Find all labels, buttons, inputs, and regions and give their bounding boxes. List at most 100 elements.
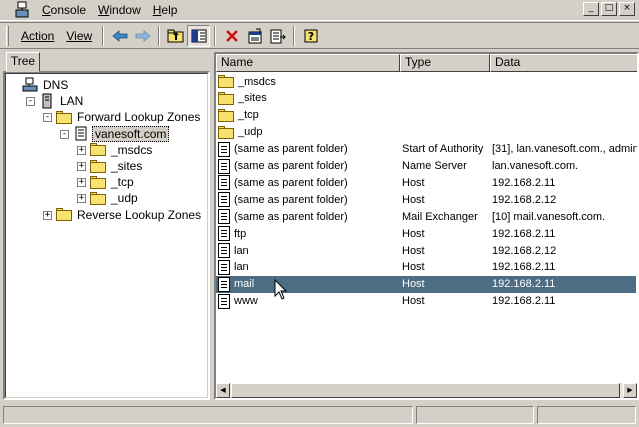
folder-icon <box>218 125 234 139</box>
list-item[interactable]: _sites <box>216 90 636 107</box>
record-name: lan <box>234 261 249 274</box>
toolbar-separator <box>102 25 105 46</box>
expand-icon[interactable]: + <box>77 145 86 155</box>
list-item[interactable]: (same as parent folder) Start of Authorit… <box>216 141 637 158</box>
folder-icon <box>218 75 234 88</box>
record-type: Host <box>402 176 425 189</box>
view-menu[interactable]: View <box>60 26 98 46</box>
scroll-thumb[interactable] <box>231 383 620 398</box>
folder-icon <box>90 143 106 157</box>
tree-node[interactable]: Forward Lookup Zones <box>56 109 202 125</box>
record-name: (same as parent folder) <box>234 160 348 172</box>
record-name-cell: (same as parent folder) <box>218 192 402 208</box>
record-name: (same as parent folder) <box>234 143 348 156</box>
list-item[interactable]: _udp <box>216 124 636 141</box>
record-type: Host <box>402 227 425 240</box>
menu-help[interactable]: Help <box>147 1 184 20</box>
tree-node[interactable]: _sites <box>90 158 144 174</box>
horizontal-scrollbar[interactable]: ◀ ▶ <box>216 383 637 398</box>
menu-window-mnemonic: W <box>98 2 110 17</box>
expand-icon[interactable]: + <box>77 178 86 188</box>
tree-node-label: _sites <box>111 159 143 173</box>
record-type: Host <box>402 193 425 206</box>
record-icon <box>218 141 230 157</box>
console-app-icon[interactable] <box>14 1 32 19</box>
expand-icon[interactable]: + <box>77 162 86 171</box>
list-item[interactable]: (same as parent folder) Mail Exchanger [10… <box>216 208 636 225</box>
tree-node[interactable]: LAN <box>39 93 85 109</box>
toolbar: Action View ? <box>0 22 639 49</box>
column-header-type[interactable]: Type <box>400 54 490 72</box>
tree-node[interactable]: DNS <box>22 77 70 93</box>
properties-icon <box>248 28 262 43</box>
back-button[interactable] <box>108 25 131 47</box>
record-type: Host <box>402 261 425 274</box>
tree-node[interactable]: _tcp <box>90 174 136 190</box>
show-hide-tree-icon <box>191 29 207 42</box>
record-name-cell: _udp <box>218 125 402 139</box>
record-name: _tcp <box>238 109 259 122</box>
list-item[interactable]: _tcp <box>216 107 636 124</box>
menu-help-label: elp <box>161 2 178 17</box>
folder-icon <box>218 108 234 122</box>
record-name-cell: _tcp <box>218 108 402 122</box>
folder-icon <box>218 91 234 105</box>
record-data: 192.168.2.12 <box>492 193 557 206</box>
list-item[interactable]: ftp Host 192.168.2.11 <box>216 225 636 242</box>
properties-button[interactable] <box>243 25 266 47</box>
scroll-left-arrow-icon[interactable]: ◀ <box>216 383 230 398</box>
tree-view[interactable]: DNS LAN - Forward Lookup Zones - vanesoft.com… <box>3 71 210 400</box>
list-item[interactable]: lan Host 192.168.2.12 <box>216 242 636 259</box>
collapse-icon[interactable]: - <box>26 97 35 107</box>
column-header-data[interactable]: Data <box>490 54 637 72</box>
tree-node[interactable]: Reverse Lookup Zones <box>56 207 203 223</box>
record-icon <box>218 192 230 208</box>
record-icon <box>218 293 230 309</box>
action-menu[interactable]: Action <box>15 26 60 46</box>
export-list-button[interactable] <box>266 25 289 47</box>
collapse-icon[interactable]: - <box>43 113 52 123</box>
record-icon <box>218 276 230 292</box>
help-button[interactable]: ? <box>299 25 322 47</box>
toolbar-grip[interactable] <box>6 25 9 46</box>
expand-icon[interactable]: + <box>77 194 86 204</box>
column-header-name[interactable]: Name <box>216 54 400 72</box>
toolbar-separator <box>293 25 296 46</box>
record-type: Host <box>402 244 425 257</box>
record-name-cell: (same as parent folder) <box>218 158 402 174</box>
svg-text:?: ? <box>307 30 313 43</box>
menu-console[interactable]: Console <box>36 1 92 20</box>
expand-icon[interactable]: + <box>43 210 52 220</box>
record-name-cell: lan <box>218 243 402 258</box>
toolbar-separator <box>158 25 161 46</box>
delete-button[interactable] <box>220 25 243 47</box>
show-hide-tree-button[interactable] <box>187 24 211 47</box>
record-type: Host <box>402 278 425 291</box>
tree-node[interactable]: _msdcs <box>90 142 154 158</box>
list-item[interactable]: (same as parent folder) Host 192.168.2.12 <box>216 191 636 208</box>
menu-window[interactable]: Window <box>92 1 147 20</box>
tree-node-label: DNS <box>43 78 69 92</box>
forward-arrow-icon <box>135 29 151 42</box>
restore-button[interactable]: □ <box>601 2 617 16</box>
up-one-level-button[interactable] <box>164 25 187 47</box>
tree-node-label: Reverse Lookup Zones <box>77 207 202 222</box>
list-item[interactable]: lan Host 192.168.2.11 <box>216 259 636 276</box>
list-item[interactable]: _msdcs <box>216 73 636 90</box>
minimize-button[interactable]: _ <box>583 2 599 16</box>
collapse-icon[interactable]: - <box>60 129 69 139</box>
forward-button[interactable] <box>131 25 154 47</box>
list-item[interactable]: (same as parent folder) Name Server lan.va… <box>216 158 636 175</box>
list-item[interactable]: (same as parent folder) Host 192.168.2.11 <box>216 174 636 191</box>
up-folder-icon <box>167 29 184 42</box>
record-name-cell: ftp <box>218 226 402 242</box>
close-button[interactable]: × <box>619 2 635 16</box>
scroll-right-arrow-icon[interactable]: ▶ <box>623 383 637 398</box>
back-arrow-icon <box>112 29 128 42</box>
record-list[interactable]: _msdcs _sites _tcp _udp (same as parent fold… <box>216 73 637 385</box>
tab-tree[interactable]: Tree <box>6 52 40 72</box>
tree-node[interactable]: vanesoft.com <box>73 125 170 142</box>
tree-node[interactable]: _udp <box>90 190 140 206</box>
help-icon: ? <box>304 29 318 43</box>
window-controls: _ □ × <box>583 2 635 16</box>
